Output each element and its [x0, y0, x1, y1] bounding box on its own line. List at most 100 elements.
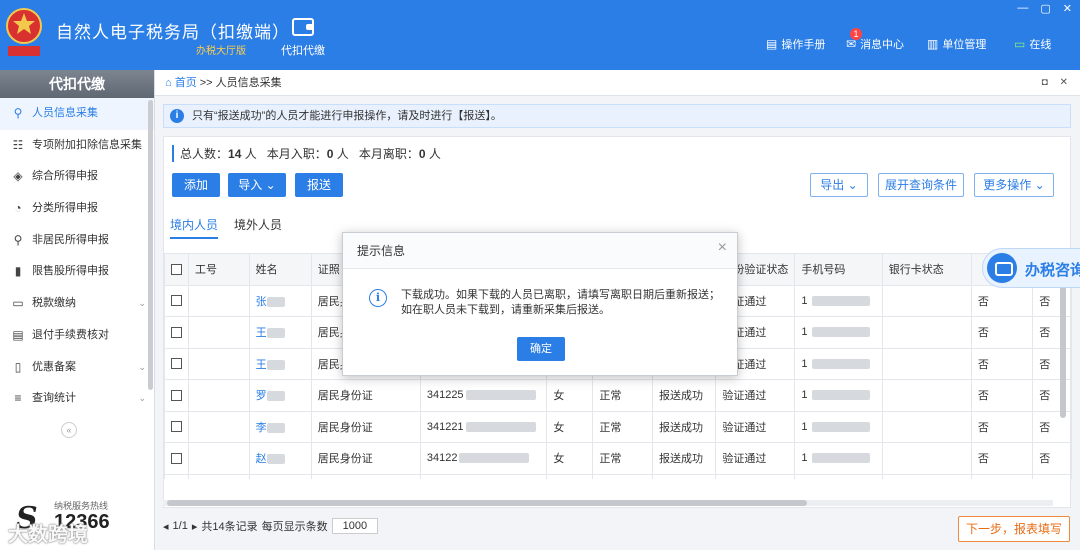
- cell-name[interactable]: 赵: [248, 473, 312, 479]
- manual-button[interactable]: ▤ 操作手册: [766, 36, 825, 52]
- row-checkbox[interactable]: [164, 379, 189, 412]
- collapse-sidebar-icon[interactable]: «: [61, 422, 77, 438]
- person-icon: ⚲: [13, 232, 23, 247]
- sidebar-item-label: 分类所得申报: [32, 202, 98, 215]
- person-name-link[interactable]: 王: [256, 359, 267, 371]
- sidebar-item-9[interactable]: ≡ 查询统计 ⌄: [0, 383, 154, 415]
- prev-page-icon[interactable]: ◂: [163, 520, 169, 533]
- column-employee-id[interactable]: 工号: [188, 253, 250, 286]
- table-row[interactable]: 罗居民身份证 341225 女正常 报送成功 验证通过 1 否否: [164, 379, 1072, 412]
- cell-name[interactable]: 赵: [248, 442, 312, 475]
- notice-text: 只有“报送成功”的人员才能进行申报操作，请及时进行【报送】。: [192, 110, 502, 122]
- redaction: [266, 422, 285, 433]
- next-step-button[interactable]: 下一步，报表填写: [958, 516, 1070, 542]
- close-window-icon[interactable]: ✕: [1063, 2, 1072, 15]
- sidebar-item-1[interactable]: ☷ 专项附加扣除信息采集: [0, 130, 154, 162]
- sidebar-scrollbar[interactable]: [148, 100, 153, 390]
- sidebar-item-4[interactable]: ⚲ 非居民所得申报: [0, 225, 154, 257]
- person-icon: ⚲: [13, 106, 23, 120]
- person-name-link[interactable]: 赵: [256, 453, 267, 465]
- person-name-link[interactable]: 罗: [256, 390, 267, 402]
- import-button[interactable]: 导入 ⌄: [228, 173, 286, 197]
- close-tab-icon[interactable]: ✕: [1060, 70, 1068, 96]
- unit-management-button[interactable]: ▥ 单位管理: [927, 36, 986, 52]
- unit-management-label: 单位管理: [942, 39, 987, 51]
- person-name-link[interactable]: 王: [256, 327, 267, 339]
- file-icon: ▯: [14, 359, 22, 374]
- row-checkbox[interactable]: [164, 284, 189, 317]
- cell-name[interactable]: 王: [248, 347, 312, 380]
- chevron-down-icon: ⌄: [138, 393, 146, 404]
- table-vertical-scrollbar[interactable]: [1060, 278, 1066, 418]
- left-unit: 人: [428, 147, 441, 161]
- info-circle-icon: i: [369, 289, 387, 307]
- sidebar-item-8[interactable]: ▯ 优惠备案 ⌄: [0, 352, 154, 384]
- table-row[interactable]: 李居民身份证 341221 女正常 报送成功 验证通过 1 否否: [164, 410, 1072, 443]
- close-icon[interactable]: ×: [718, 239, 727, 257]
- pie-icon: ◔: [14, 201, 22, 216]
- column-phone[interactable]: 手机号码: [794, 253, 883, 286]
- cell-phone: 1: [794, 410, 883, 443]
- row-checkbox[interactable]: [164, 410, 189, 443]
- sidebar-item-2[interactable]: ◈ 综合所得申报: [0, 161, 154, 193]
- chevron-down-icon: ⌄: [847, 178, 858, 192]
- sidebar-item-3[interactable]: ◔ 分类所得申报: [0, 193, 154, 225]
- cell-report-status: 报送成功: [651, 473, 717, 479]
- sidebar-item-label: 税款缴纳: [32, 297, 76, 310]
- submit-report-button[interactable]: 报送: [295, 173, 343, 197]
- id-prefix: 341221: [426, 420, 464, 433]
- cell-name[interactable]: 张: [248, 284, 312, 317]
- table-horizontal-scrollbar[interactable]: [163, 500, 1053, 506]
- cell-extra-1: 否: [970, 316, 1034, 349]
- tab-domestic[interactable]: 境内人员: [170, 215, 219, 239]
- cell-name[interactable]: 罗: [248, 379, 312, 412]
- export-button[interactable]: 导出 ⌄: [810, 173, 868, 197]
- row-checkbox[interactable]: [164, 316, 189, 349]
- select-all-checkbox[interactable]: [164, 253, 189, 286]
- minimize-icon[interactable]: —: [1017, 2, 1028, 15]
- sidebar-item-6[interactable]: ▭ 税款缴纳 ⌄: [0, 288, 154, 320]
- sidebar-item-label: 优惠备案: [32, 360, 76, 373]
- tax-consult-button[interactable]: 办税咨询: [982, 248, 1080, 288]
- cell-name[interactable]: 王: [248, 316, 312, 349]
- consult-label: 办税咨询: [1025, 262, 1080, 279]
- cell-employee-id: [188, 442, 250, 475]
- online-status-button[interactable]: ▭ 在线: [1014, 36, 1051, 52]
- column-name[interactable]: 姓名: [248, 253, 312, 286]
- row-checkbox[interactable]: [164, 347, 189, 380]
- breadcrumb-home[interactable]: 首页: [175, 77, 197, 89]
- module-withholding-button[interactable]: 代扣代缴: [276, 18, 330, 58]
- person-name-link[interactable]: 李: [256, 422, 267, 434]
- restore-tab-icon[interactable]: ◘: [1042, 70, 1048, 96]
- sidebar-item-5[interactable]: ▮ 限售股所得申报: [0, 256, 154, 288]
- online-label: 在线: [1029, 39, 1052, 51]
- person-name-link[interactable]: 张: [256, 296, 267, 308]
- column-bank-card-status[interactable]: 银行卡状态: [881, 253, 972, 286]
- maximize-icon[interactable]: ▢: [1040, 2, 1050, 15]
- hired-label: 本月入职：: [266, 147, 327, 161]
- bar-chart-icon: ▮: [14, 264, 22, 279]
- sidebar-item-7[interactable]: ▤ 退付手续费核对: [0, 320, 154, 352]
- more-actions-button[interactable]: 更多操作 ⌄: [974, 173, 1054, 197]
- table-row[interactable]: 赵 居民身份证 34122 女正常 报送成功 验证通过 1 否否: [164, 442, 1072, 475]
- cell-id-type: 居民身份证: [310, 379, 421, 412]
- table-row[interactable]: 赵居民身份证32012女正常报送成功验证通过1 否否: [164, 473, 1072, 479]
- tab-foreign[interactable]: 境外人员: [234, 215, 282, 239]
- scroll-thumb[interactable]: [167, 500, 807, 506]
- cell-report-status: 报送成功: [651, 379, 717, 412]
- next-page-icon[interactable]: ▸: [192, 520, 198, 533]
- row-checkbox[interactable]: [164, 442, 189, 475]
- per-page-input[interactable]: 1000: [331, 518, 379, 534]
- record-count: 共14条记录: [201, 521, 258, 533]
- confirm-button[interactable]: 确定: [517, 337, 565, 361]
- dialog-title: 提示信息: [343, 233, 737, 269]
- cell-extra-1: 否: [970, 473, 1034, 479]
- phone-prefix: 1: [801, 420, 808, 433]
- app-subtitle: 办税大厅版: [196, 46, 246, 57]
- cell-name[interactable]: 李: [248, 410, 312, 443]
- expand-query-button[interactable]: 展开查询条件: [878, 173, 964, 197]
- row-checkbox[interactable]: [164, 473, 189, 479]
- cell-extra-1: 否: [970, 410, 1034, 443]
- sidebar-item-0[interactable]: ⚲ 人员信息采集: [0, 98, 154, 130]
- add-button[interactable]: 添加: [172, 173, 220, 197]
